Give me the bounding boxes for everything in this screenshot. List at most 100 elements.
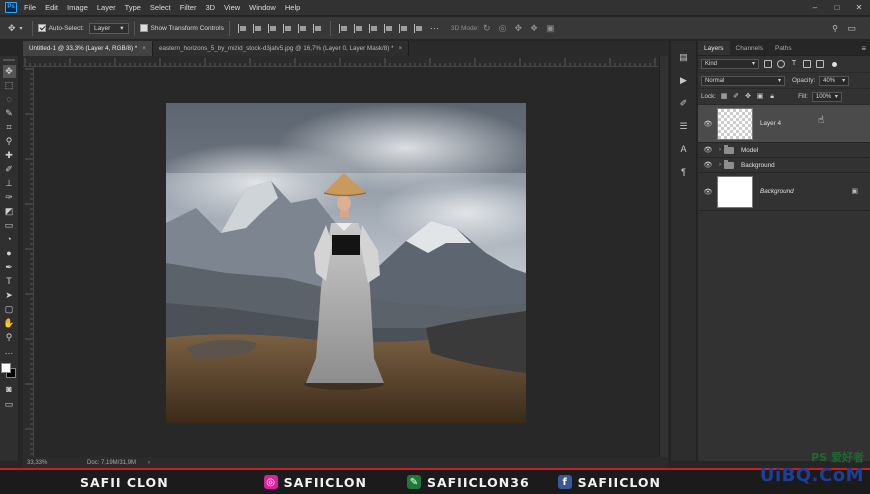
menu-file[interactable]: File — [24, 3, 36, 12]
chevron-right-icon[interactable]: › — [719, 147, 721, 153]
history-brush-tool-icon[interactable]: ✑ — [3, 191, 16, 204]
fill-input[interactable]: 100% ▾ — [811, 91, 842, 102]
brush-settings-panel-icon[interactable]: ☰ — [678, 120, 690, 132]
character-panel-icon[interactable]: A — [678, 143, 690, 155]
layer-row-background-group[interactable]: 👁︎ › Background — [698, 158, 870, 173]
quick-mask-icon[interactable]: ◙ — [3, 383, 16, 396]
rectangle-tool-icon[interactable]: ▢ — [3, 303, 16, 316]
status-menu-icon[interactable]: › — [148, 460, 150, 466]
horizontal-ruler[interactable] — [23, 56, 659, 67]
tab-untitled-1[interactable]: Untitled-1 @ 33,3% (Layer 4, RGB/8) * × — [23, 41, 153, 56]
visibility-eye-icon[interactable]: 👁︎ — [703, 146, 713, 154]
align-left-icon[interactable] — [237, 23, 247, 33]
toolbar-grip[interactable] — [3, 59, 15, 61]
blend-mode-select[interactable]: Normal ▾ — [701, 75, 785, 86]
auto-select-checkbox[interactable] — [37, 24, 46, 32]
marquee-tool-icon[interactable]: ⬚ — [3, 79, 16, 92]
3d-rotate-icon[interactable]: ↻ — [483, 23, 491, 34]
lasso-tool-icon[interactable]: ◌ — [3, 93, 16, 106]
3d-roll-icon[interactable]: ◎ — [499, 23, 507, 34]
pen-tool-icon[interactable]: ✒ — [3, 261, 16, 274]
healing-brush-tool-icon[interactable]: ✚ — [3, 149, 16, 162]
menu-3d[interactable]: 3D — [205, 3, 215, 12]
filter-smart-object-icon[interactable] — [816, 60, 824, 68]
tab-paths[interactable]: Paths — [769, 41, 798, 55]
align-top-icon[interactable] — [282, 23, 292, 33]
eyedropper-tool-icon[interactable]: ⚲ — [3, 135, 16, 148]
menu-window[interactable]: Window — [249, 3, 276, 12]
move-tool-icon[interactable]: ✥ — [2, 65, 16, 78]
filter-shape-icon[interactable] — [803, 60, 811, 68]
align-hcenter-icon[interactable] — [252, 23, 262, 33]
layer-row-layer-4[interactable]: 👁︎ Layer 4 ☝︎ — [698, 105, 870, 143]
lock-all-icon[interactable]: 🔒︎ — [768, 93, 776, 101]
filter-toggle-icon[interactable] — [832, 61, 837, 67]
actions-panel-icon[interactable]: ▶ — [678, 74, 690, 86]
close-icon[interactable]: × — [142, 45, 146, 52]
3d-scale-icon[interactable]: ▣ — [546, 23, 555, 34]
zoom-tool-icon[interactable]: ⚲ — [3, 331, 16, 344]
menu-select[interactable]: Select — [150, 3, 171, 12]
distribute-right-icon[interactable] — [413, 23, 423, 33]
type-tool-icon[interactable]: T — [3, 275, 16, 288]
lock-transparent-icon[interactable]: ▦ — [720, 93, 728, 101]
hand-tool-icon[interactable]: ✋ — [3, 317, 16, 330]
clone-stamp-tool-icon[interactable]: ⊥ — [3, 177, 16, 190]
tab-eastern-horizons[interactable]: eastern_horizons_5_by_mizid_stock-d3jatv… — [152, 41, 410, 56]
lock-position-icon[interactable]: ✥ — [744, 93, 752, 101]
vertical-ruler[interactable] — [23, 67, 34, 457]
move-tool-preset-icon[interactable]: ✥ — [8, 23, 16, 34]
auto-select-target-select[interactable]: Layer ▾ — [88, 22, 129, 34]
distribute-left-icon[interactable] — [383, 23, 393, 33]
3d-pan-icon[interactable]: ✥ — [514, 23, 522, 34]
chevron-right-icon[interactable]: › — [719, 162, 721, 168]
close-button[interactable]: ✕ — [848, 0, 870, 16]
layer-row-model-group[interactable]: 👁︎ › Model — [698, 143, 870, 158]
3d-slide-icon[interactable]: ❖ — [530, 23, 538, 34]
menu-type[interactable]: Type — [125, 3, 141, 12]
align-right-icon[interactable] — [267, 23, 277, 33]
color-swatches[interactable] — [1, 363, 17, 379]
distribute-hcenter-icon[interactable] — [398, 23, 408, 33]
quick-select-tool-icon[interactable]: ✎ — [3, 107, 16, 120]
maximize-button[interactable]: □ — [826, 0, 848, 16]
visibility-eye-icon[interactable]: 👁︎ — [703, 161, 713, 169]
tab-layers[interactable]: Layers — [698, 41, 730, 55]
visibility-eye-icon[interactable]: 👁︎ — [703, 120, 713, 128]
zoom-level[interactable]: 33,33% — [27, 460, 67, 466]
menu-filter[interactable]: Filter — [180, 3, 197, 12]
search-icon[interactable]: ⚲ — [832, 24, 838, 33]
filter-type-icon[interactable]: T — [790, 60, 798, 68]
gradient-tool-icon[interactable]: ▭ — [3, 219, 16, 232]
menu-view[interactable]: View — [224, 3, 240, 12]
history-panel-icon[interactable]: ▤ — [678, 51, 690, 63]
screen-mode-icon[interactable]: ▭ — [3, 398, 16, 411]
path-select-tool-icon[interactable]: ➤ — [3, 289, 16, 302]
distribute-vcenter-icon[interactable] — [353, 23, 363, 33]
auto-align-icon[interactable]: ⋯ — [430, 23, 439, 34]
crop-tool-icon[interactable]: ⌗ — [3, 121, 16, 134]
lock-artboard-icon[interactable]: ▣ — [756, 93, 764, 101]
chevron-down-icon[interactable]: ▾ — [20, 25, 23, 32]
align-vcenter-icon[interactable] — [297, 23, 307, 33]
menu-layer[interactable]: Layer — [97, 3, 116, 12]
dodge-tool-icon[interactable]: ● — [3, 247, 16, 260]
tab-channels[interactable]: Channels — [730, 41, 769, 55]
menu-help[interactable]: Help — [285, 3, 300, 12]
vertical-scrollbar[interactable] — [659, 56, 668, 457]
layer-row-background[interactable]: 👁︎ Background ▣ — [698, 173, 870, 211]
document-canvas-image[interactable] — [166, 103, 526, 423]
filter-kind-select[interactable]: Kind ▾ — [701, 59, 759, 69]
brush-tool-icon[interactable]: ✐ — [3, 163, 16, 176]
filter-pixel-icon[interactable] — [764, 60, 772, 68]
filter-adjustment-icon[interactable] — [777, 60, 785, 68]
extra-tools-icon[interactable]: … — [3, 345, 16, 358]
distribute-top-icon[interactable] — [338, 23, 348, 33]
close-icon[interactable]: × — [399, 45, 403, 52]
paragraph-panel-icon[interactable]: ¶ — [678, 166, 690, 178]
workspace-icon[interactable]: ▭ — [847, 23, 856, 34]
align-bottom-icon[interactable] — [312, 23, 322, 33]
blur-tool-icon[interactable]: ◔ — [3, 233, 16, 246]
opacity-input[interactable]: 40% ▾ — [819, 75, 850, 86]
minimize-button[interactable]: – — [804, 0, 826, 16]
